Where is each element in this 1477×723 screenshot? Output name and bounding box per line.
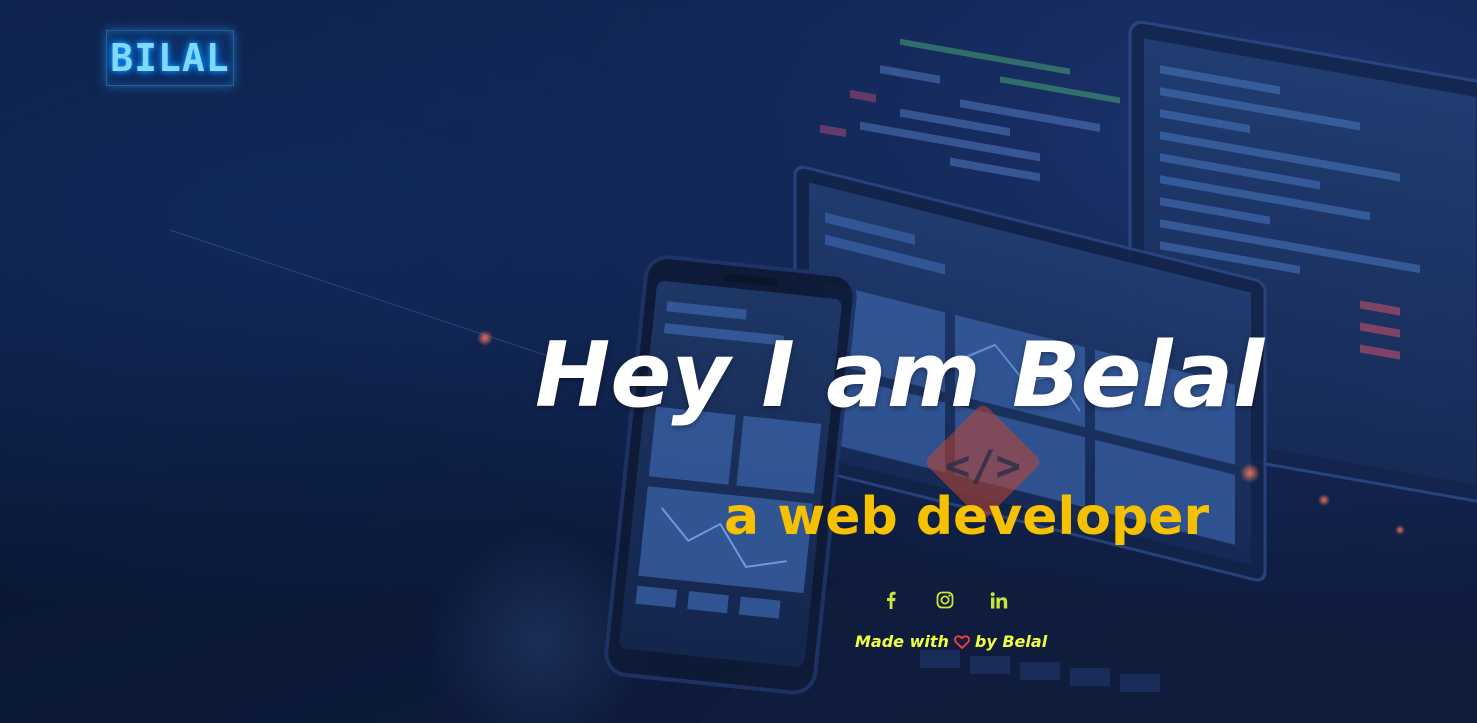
svg-text:</>: </> [945,441,1021,490]
instagram-icon [936,591,954,609]
hero-headline: Hey I am Belal [535,323,1265,428]
heart-icon [953,634,970,649]
credit-text-start: Made with [855,632,949,651]
social-links [880,585,1010,615]
facebook-icon [887,591,896,609]
logo-text: BILAL [110,36,230,80]
instagram-link[interactable] [934,585,956,615]
logo[interactable]: BILAL [106,30,234,86]
credit-text-end: by Belal [974,632,1048,651]
hero-subline: a web developer [724,487,1210,547]
footer-credit: Made with by Belal [855,632,1047,651]
linkedin-link[interactable] [988,585,1010,615]
hero-section: </> BILAL Hey I am Belal a web developer… [0,0,1477,723]
linkedin-icon [990,591,1008,608]
facebook-link[interactable] [880,585,902,615]
